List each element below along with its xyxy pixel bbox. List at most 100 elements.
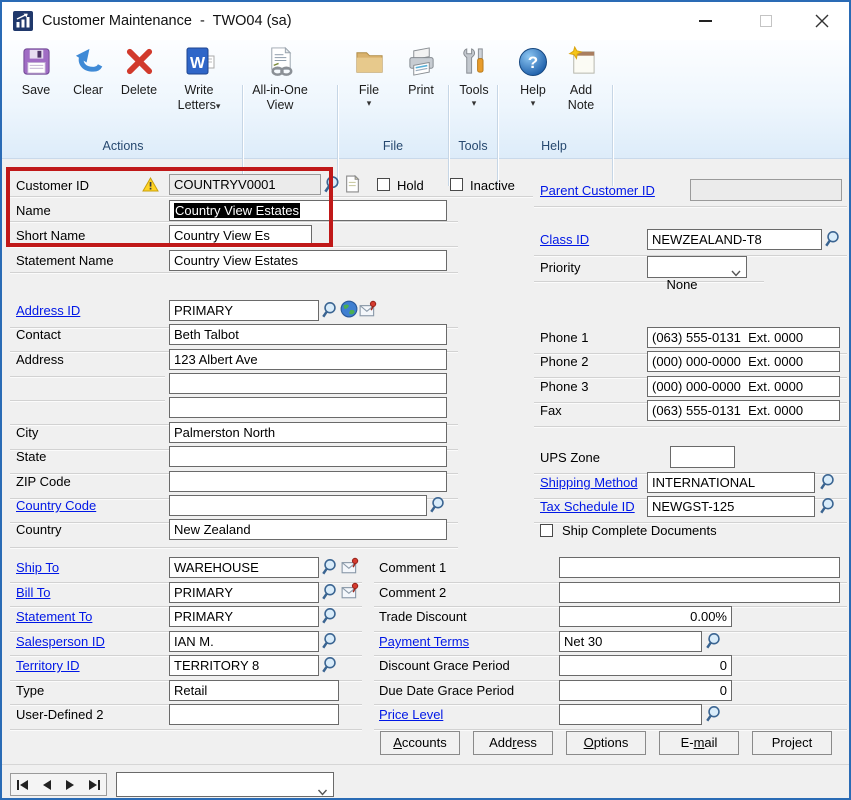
priority-dropdown[interactable]: None	[647, 256, 747, 278]
contact-field[interactable]: Beth Talbot	[169, 324, 447, 345]
close-button[interactable]	[805, 2, 839, 40]
bill-to-lookup-icon[interactable]	[321, 583, 339, 601]
due-date-grace-field[interactable]: 0	[559, 680, 732, 701]
territory-id-field[interactable]: TERRITORY 8	[169, 655, 319, 676]
save-button[interactable]: Save	[12, 46, 60, 98]
hold-checkbox[interactable]	[377, 178, 390, 191]
ups-zone-field[interactable]	[670, 446, 735, 468]
class-id-link[interactable]: Class ID	[540, 232, 589, 247]
bill-to-link[interactable]: Bill To	[16, 585, 50, 600]
discount-grace-field[interactable]: 0	[559, 655, 732, 676]
statement-to-lookup-icon[interactable]	[321, 607, 339, 625]
first-record-button[interactable]	[14, 777, 32, 792]
territory-id-link[interactable]: Territory ID	[16, 658, 80, 673]
payment-terms-link[interactable]: Payment Terms	[379, 634, 469, 649]
salesperson-id-link[interactable]: Salesperson ID	[16, 634, 105, 649]
minimize-button[interactable]	[688, 2, 722, 40]
territory-lookup-icon[interactable]	[321, 656, 339, 674]
file-menu-button[interactable]: File ▾	[347, 46, 391, 108]
accounts-label-post: ccounts	[402, 735, 447, 750]
ship-to-field[interactable]: WAREHOUSE	[169, 557, 319, 578]
country-field[interactable]: New Zealand	[169, 519, 447, 540]
options-button[interactable]: Options	[566, 731, 646, 755]
salesperson-lookup-icon[interactable]	[321, 632, 339, 650]
tools-menu-button[interactable]: Tools ▾	[451, 46, 497, 108]
phone3-field[interactable]: (000) 000-0000 Ext. 0000	[647, 376, 840, 397]
comment1-field[interactable]	[559, 557, 840, 578]
all-in-one-view-button[interactable]: All-in-OneView	[238, 46, 322, 113]
tools-label: Tools	[451, 83, 497, 98]
zip-code-field[interactable]	[169, 471, 447, 492]
class-id-field[interactable]: NEWZEALAND-T8	[647, 229, 822, 250]
help-menu-button[interactable]: ? Help ▾	[511, 46, 555, 108]
tax-schedule-id-link[interactable]: Tax Schedule ID	[540, 499, 635, 514]
address-line3-field[interactable]	[169, 397, 447, 418]
address-button[interactable]: Address	[473, 731, 553, 755]
shipping-method-lookup-icon[interactable]	[819, 473, 837, 491]
project-button[interactable]: Project	[752, 731, 832, 755]
options-accel: O	[584, 735, 594, 750]
state-field[interactable]	[169, 446, 447, 467]
parent-customer-id-field[interactable]	[690, 179, 842, 201]
ship-to-letter-icon[interactable]	[341, 557, 359, 575]
name-field[interactable]: Country View Estates	[169, 200, 447, 221]
payment-terms-lookup-icon[interactable]	[705, 632, 723, 650]
trade-discount-field[interactable]: 0.00%	[559, 606, 732, 627]
maximize-button[interactable]	[749, 2, 783, 40]
address-line1-field[interactable]: 123 Albert Ave	[169, 349, 447, 370]
dropdown-arrow-icon: ▾	[347, 98, 391, 108]
write-letters-button[interactable]: W WriteLetters▾	[168, 46, 230, 113]
country-code-lookup-icon[interactable]	[429, 496, 447, 514]
user-defined-2-field[interactable]	[169, 704, 339, 725]
previous-record-button[interactable]	[38, 777, 56, 792]
price-level-link[interactable]: Price Level	[379, 707, 443, 722]
address-id-lookup-icon[interactable]	[321, 301, 339, 319]
shipping-method-link[interactable]: Shipping Method	[540, 475, 638, 490]
map-globe-icon[interactable]	[340, 300, 358, 318]
phone2-field[interactable]: (000) 000-0000 Ext. 0000	[647, 351, 840, 372]
address-line2-field[interactable]	[169, 373, 447, 394]
ship-to-link[interactable]: Ship To	[16, 560, 59, 575]
phone1-field[interactable]: (063) 555-0131 Ext. 0000	[647, 327, 840, 348]
inactive-checkbox[interactable]	[450, 178, 463, 191]
ship-to-lookup-icon[interactable]	[321, 558, 339, 576]
statement-name-field[interactable]: Country View Estates	[169, 250, 447, 271]
accounts-button[interactable]: Accounts	[380, 731, 460, 755]
options-label-post: ptions	[594, 735, 629, 750]
tax-schedule-lookup-icon[interactable]	[819, 497, 837, 515]
ship-complete-documents-checkbox[interactable]	[540, 524, 553, 537]
next-record-button[interactable]	[61, 777, 79, 792]
city-field[interactable]: Palmerston North	[169, 422, 447, 443]
class-id-lookup-icon[interactable]	[824, 230, 842, 248]
type-field[interactable]: Retail	[169, 680, 339, 701]
fax-field[interactable]: (063) 555-0131 Ext. 0000	[647, 400, 840, 421]
email-button[interactable]: E-mail	[659, 731, 739, 755]
tax-schedule-id-field[interactable]: NEWGST-125	[647, 496, 815, 517]
customer-id-lookup-icon[interactable]	[323, 175, 342, 194]
bill-to-field[interactable]: PRIMARY	[169, 582, 319, 603]
short-name-field[interactable]: Country View Es	[169, 225, 312, 246]
sort-by-dropdown[interactable]: by Customer ID	[116, 772, 334, 797]
last-record-button[interactable]	[85, 777, 103, 792]
customer-note-icon[interactable]	[344, 175, 361, 193]
print-button[interactable]: Print	[397, 46, 445, 98]
customer-id-field[interactable]: COUNTRYV0001	[169, 174, 321, 195]
country-code-field[interactable]	[169, 495, 427, 516]
shipping-method-field[interactable]: INTERNATIONAL	[647, 472, 815, 493]
payment-terms-field[interactable]: Net 30	[559, 631, 702, 652]
address-id-field[interactable]: PRIMARY	[169, 300, 319, 321]
delete-button[interactable]: Delete	[114, 46, 164, 98]
parent-customer-id-link[interactable]: Parent Customer ID	[540, 183, 655, 198]
country-code-link[interactable]: Country Code	[16, 498, 96, 513]
price-level-field[interactable]	[559, 704, 702, 725]
add-note-button[interactable]: AddNote	[557, 46, 605, 113]
internet-address-letter-icon[interactable]	[359, 300, 377, 318]
comment2-field[interactable]	[559, 582, 840, 603]
price-level-lookup-icon[interactable]	[705, 705, 723, 723]
statement-to-link[interactable]: Statement To	[16, 609, 92, 624]
bill-to-letter-icon[interactable]	[341, 582, 359, 600]
clear-button[interactable]: Clear	[64, 46, 112, 98]
statement-to-field[interactable]: PRIMARY	[169, 606, 319, 627]
salesperson-id-field[interactable]: IAN M.	[169, 631, 319, 652]
address-id-link[interactable]: Address ID	[16, 303, 80, 318]
